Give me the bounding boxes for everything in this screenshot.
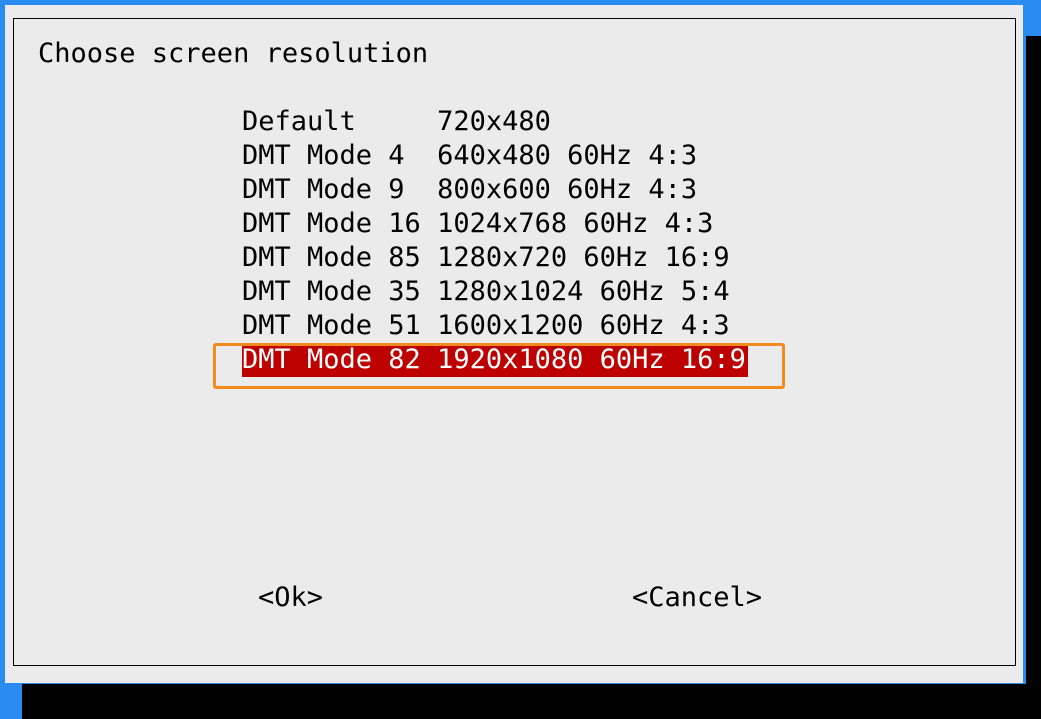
menu-item-dmt-mode-4[interactable]: DMT Mode 4 640x480 60Hz 4:3: [242, 139, 748, 173]
dialog-title: Choose screen resolution: [38, 38, 429, 69]
resolution-menu: Default 720x480 DMT Mode 4 640x480 60Hz …: [242, 105, 748, 377]
screen: { "dialog": { "title": "Choose screen re…: [0, 0, 1041, 719]
selection-highlight-outline: [213, 343, 785, 389]
resolution-dialog: Choose screen resolution Default 720x480…: [5, 5, 1023, 683]
menu-item-dmt-mode-51[interactable]: DMT Mode 51 1600x1200 60Hz 4:3: [242, 309, 748, 343]
menu-item-default[interactable]: Default 720x480: [242, 105, 748, 139]
menu-item-dmt-mode-85[interactable]: DMT Mode 85 1280x720 60Hz 16:9: [242, 241, 748, 275]
cancel-button[interactable]: <Cancel>: [632, 581, 762, 615]
menu-item-dmt-mode-9[interactable]: DMT Mode 9 800x600 60Hz 4:3: [242, 173, 748, 207]
ok-button[interactable]: <Ok>: [258, 581, 323, 615]
menu-item-dmt-mode-16[interactable]: DMT Mode 16 1024x768 60Hz 4:3: [242, 207, 748, 241]
dialog-shadow-right: [1026, 36, 1041, 719]
menu-item-dmt-mode-35[interactable]: DMT Mode 35 1280x1024 60Hz 5:4: [242, 275, 748, 309]
dialog-shadow-bottom: [22, 684, 1041, 719]
